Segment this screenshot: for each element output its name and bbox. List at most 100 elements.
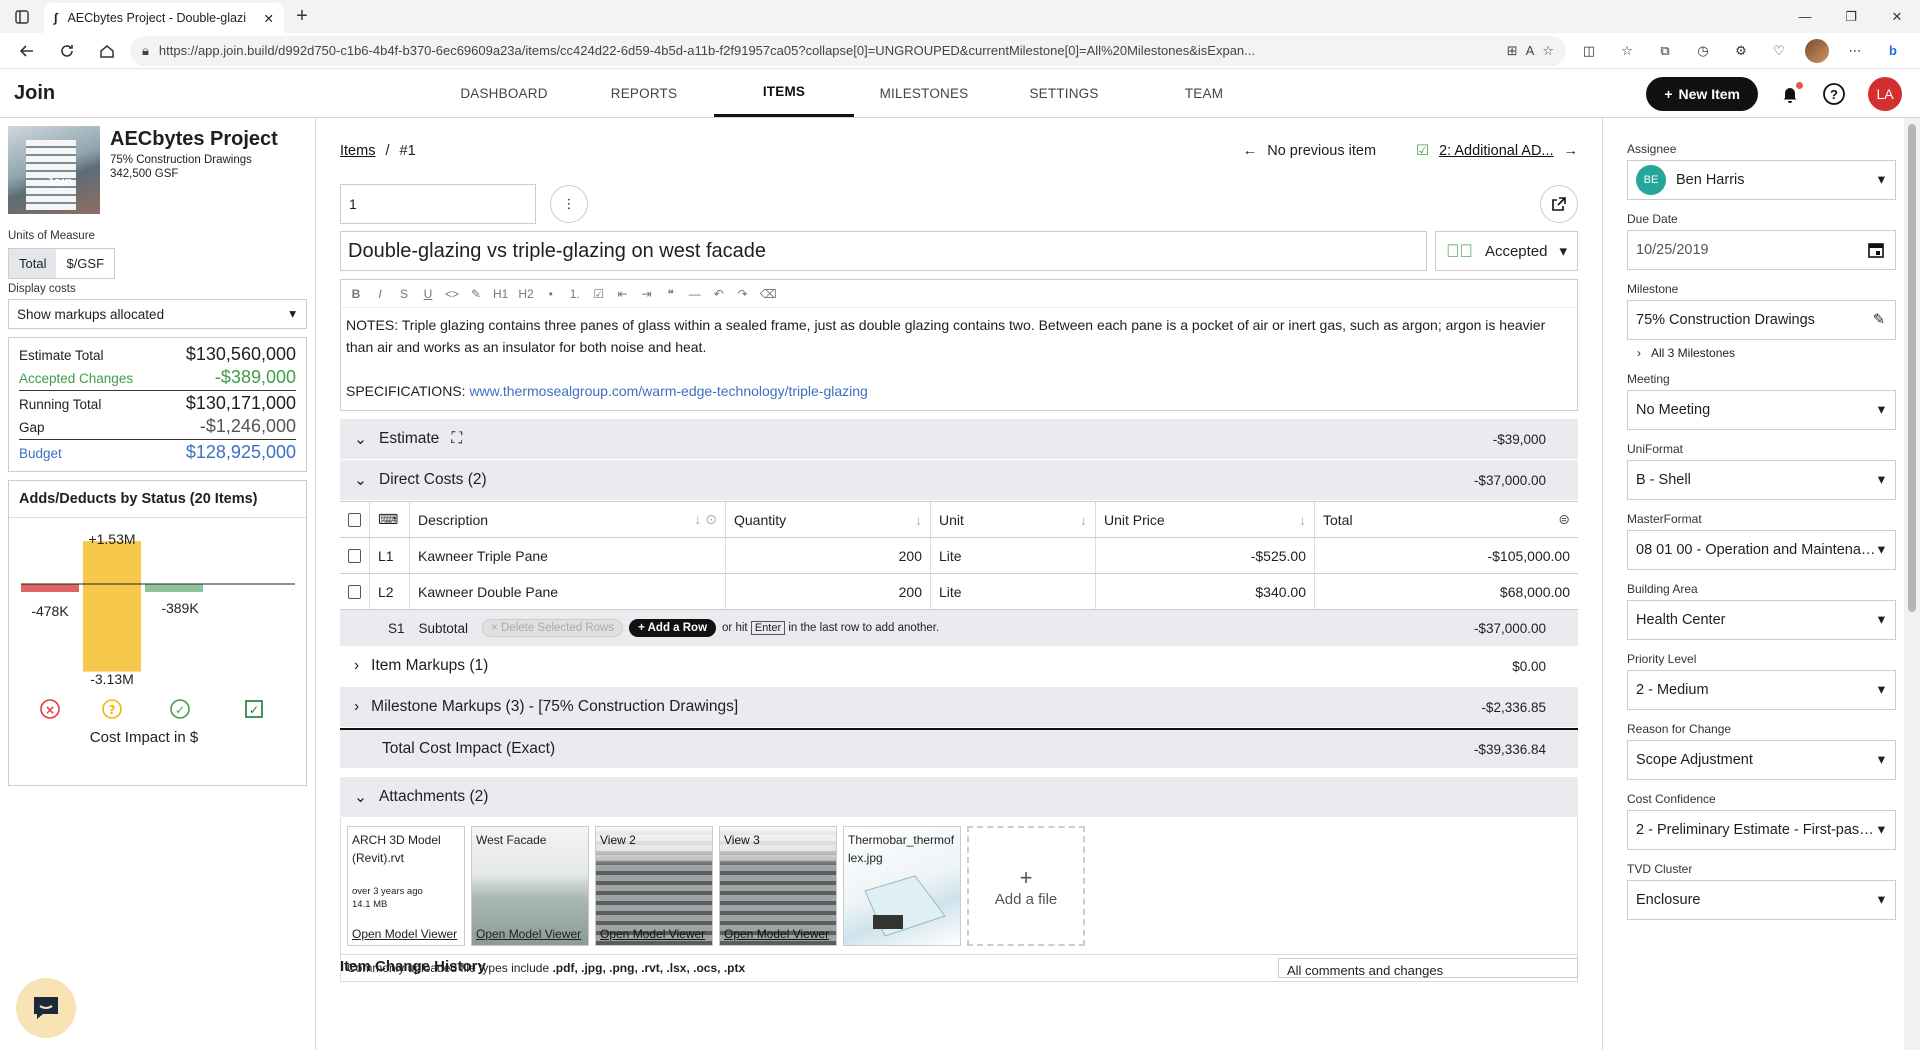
row-checkbox[interactable] bbox=[348, 584, 361, 599]
nav-milestones[interactable]: MILESTONES bbox=[854, 69, 994, 117]
attachment-file[interactable]: West Facade Open Model Viewer bbox=[471, 826, 589, 946]
close-tab-icon[interactable]: ✕ bbox=[264, 11, 274, 26]
spec-link[interactable]: www.thermosealgroup.com/warm-edge-techno… bbox=[469, 383, 867, 399]
pending-status-icon[interactable]: ? bbox=[109, 703, 116, 717]
estimate-header[interactable]: ⌄ Estimate ⛶ -$39,000 bbox=[340, 419, 1578, 460]
notifications-bell-icon[interactable] bbox=[1780, 81, 1803, 104]
col-description[interactable]: Description bbox=[418, 512, 488, 528]
nav-team[interactable]: TEAM bbox=[1134, 69, 1274, 117]
open-model-viewer-link[interactable]: Open Model Viewer bbox=[352, 927, 457, 941]
attachment-file[interactable]: View 3 Open Model Viewer bbox=[719, 826, 837, 946]
open-model-viewer-link[interactable]: Open Model Viewer bbox=[600, 927, 705, 941]
assignee-select[interactable]: BE Ben Harris ▾ bbox=[1627, 160, 1896, 200]
history-icon[interactable]: ◷ bbox=[1686, 36, 1720, 66]
chart-bar-deduct[interactable] bbox=[21, 584, 79, 592]
editor-tool-icon[interactable]: • bbox=[544, 287, 558, 301]
browser-essentials-icon[interactable]: ♡ bbox=[1762, 36, 1796, 66]
chart-bar-deduct[interactable] bbox=[145, 584, 203, 592]
editor-tool-icon[interactable]: ✎ bbox=[469, 287, 483, 301]
edit-pencil-icon[interactable]: ✎ bbox=[1873, 312, 1885, 328]
split-screen-icon[interactable]: ◫ bbox=[1572, 36, 1606, 66]
masterformat-select[interactable]: 08 01 00 - Operation and Maintenanc... ▾ bbox=[1627, 530, 1896, 570]
row-description[interactable]: Kawneer Double Pane bbox=[410, 574, 726, 609]
breadcrumb-items-link[interactable]: Items bbox=[340, 143, 375, 159]
editor-tool-icon[interactable]: ↷ bbox=[736, 287, 750, 301]
more-options-icon[interactable]: ⋮ bbox=[550, 185, 588, 223]
row-description[interactable]: Kawneer Triple Pane bbox=[410, 538, 726, 573]
col-unit[interactable]: Unit bbox=[939, 512, 964, 528]
col-quantity[interactable]: Quantity bbox=[734, 512, 786, 528]
back-icon[interactable] bbox=[10, 36, 44, 66]
chevron-down-icon[interactable]: ⌄ bbox=[354, 430, 367, 449]
collections-icon[interactable]: ⧉ bbox=[1648, 36, 1682, 66]
nav-items[interactable]: ITEMS bbox=[714, 69, 854, 117]
new-item-button[interactable]: + New Item bbox=[1646, 76, 1758, 111]
chevron-down-icon[interactable]: ⌄ bbox=[354, 471, 367, 490]
editor-tool-icon[interactable]: 1. bbox=[568, 287, 582, 301]
reason-select[interactable]: Scope Adjustment ▾ bbox=[1627, 740, 1896, 780]
minimize-icon[interactable]: — bbox=[1782, 0, 1828, 33]
editor-tool-icon[interactable]: ☑ bbox=[592, 287, 606, 301]
chat-support-button[interactable] bbox=[16, 978, 76, 1038]
nav-settings[interactable]: SETTINGS bbox=[994, 69, 1134, 117]
col-total[interactable]: Total bbox=[1323, 512, 1353, 528]
user-avatar[interactable]: LA bbox=[1868, 76, 1902, 111]
display-costs-select[interactable]: Show markups allocated ▾ bbox=[8, 299, 307, 329]
copilot-icon[interactable]: b bbox=[1876, 36, 1910, 66]
editor-tool-icon[interactable]: H1 bbox=[493, 287, 508, 301]
refresh-icon[interactable] bbox=[50, 36, 84, 66]
select-all-checkbox[interactable] bbox=[348, 512, 361, 527]
project-name[interactable]: AECbytes Project bbox=[110, 128, 278, 151]
tvd-cluster-select[interactable]: Enclosure ▾ bbox=[1627, 880, 1896, 920]
incorporated-status-icon[interactable]: ✓ bbox=[249, 703, 259, 717]
attachment-file[interactable]: ARCH 3D Model (Revit).rvt over 3 years a… bbox=[347, 826, 465, 946]
milestone-input[interactable]: 75% Construction Drawings ✎ bbox=[1627, 300, 1896, 340]
page-scrollbar[interactable] bbox=[1904, 118, 1920, 1050]
chart-bar-add[interactable] bbox=[83, 541, 141, 584]
url-field[interactable]: 🔒︎ https://app.join.build/d992d750-c1b6-… bbox=[130, 35, 1566, 66]
priority-select[interactable]: 2 - Medium ▾ bbox=[1627, 670, 1896, 710]
open-model-viewer-link[interactable]: Open Model Viewer bbox=[476, 927, 581, 941]
attachments-header[interactable]: ⌄ Attachments (2) bbox=[340, 777, 1578, 818]
app-available-icon[interactable]: ⊞ bbox=[1507, 43, 1518, 59]
nav-reports[interactable]: REPORTS bbox=[574, 69, 714, 117]
chart-bar-deduct[interactable] bbox=[83, 584, 141, 672]
row-unit[interactable]: Lite bbox=[931, 574, 1096, 609]
favorites-icon[interactable]: ☆ bbox=[1610, 36, 1644, 66]
direct-costs-header[interactable]: ⌄ Direct Costs (2) -$37,000.00 bbox=[340, 460, 1578, 501]
editor-tool-icon[interactable]: ⇥ bbox=[640, 287, 654, 301]
chevron-down-icon[interactable]: ⌄ bbox=[354, 788, 367, 807]
read-aloud-icon[interactable]: A bbox=[1526, 43, 1535, 59]
column-settings-icon[interactable]: ⊜ bbox=[1558, 511, 1570, 528]
editor-tool-icon[interactable]: ⌫ bbox=[760, 287, 777, 301]
close-window-icon[interactable]: ✕ bbox=[1874, 0, 1920, 33]
tab-actions-icon[interactable] bbox=[0, 0, 44, 33]
chevron-right-icon[interactable]: › bbox=[354, 657, 359, 675]
attachment-file[interactable]: View 2 Open Model Viewer bbox=[595, 826, 713, 946]
item-markups-header[interactable]: › Item Markups (1) $0.00 bbox=[340, 646, 1578, 687]
meeting-select[interactable]: No Meeting ▾ bbox=[1627, 390, 1896, 430]
new-tab-button[interactable]: + bbox=[284, 0, 320, 33]
editor-tool-icon[interactable]: ⇤ bbox=[616, 287, 630, 301]
rejected-status-icon[interactable]: × bbox=[45, 703, 55, 717]
calendar-icon[interactable] bbox=[1867, 241, 1885, 259]
profile-icon[interactable] bbox=[1800, 36, 1834, 66]
editor-tool-icon[interactable]: B bbox=[349, 287, 363, 301]
add-file-button[interactable]: + Add a file bbox=[967, 826, 1085, 946]
editor-tool-icon[interactable]: ↶ bbox=[712, 287, 726, 301]
delete-rows-button[interactable]: × Delete Selected Rows bbox=[482, 619, 624, 637]
keyboard-icon[interactable]: ⌨ bbox=[370, 502, 410, 537]
join-logo[interactable]: Join bbox=[14, 82, 434, 105]
row-unit-price[interactable]: $340.00 bbox=[1096, 574, 1315, 609]
next-item-link[interactable]: 2: Additional AD... bbox=[1439, 143, 1553, 159]
editor-tool-icon[interactable]: — bbox=[688, 287, 702, 301]
add-row-button[interactable]: + Add a Row bbox=[629, 619, 717, 637]
row-unit[interactable]: Lite bbox=[931, 538, 1096, 573]
share-icon[interactable] bbox=[1540, 185, 1578, 223]
due-date-input[interactable]: 10/25/2019 bbox=[1627, 230, 1896, 270]
history-filter-select[interactable]: All comments and changes bbox=[1278, 958, 1578, 978]
status-select[interactable]: ✓⃝ Accepted ▾ bbox=[1435, 231, 1578, 271]
item-number-field[interactable]: 1 bbox=[340, 184, 536, 224]
editor-tool-icon[interactable]: S bbox=[397, 287, 411, 301]
extensions-icon[interactable]: ⚙ bbox=[1724, 36, 1758, 66]
